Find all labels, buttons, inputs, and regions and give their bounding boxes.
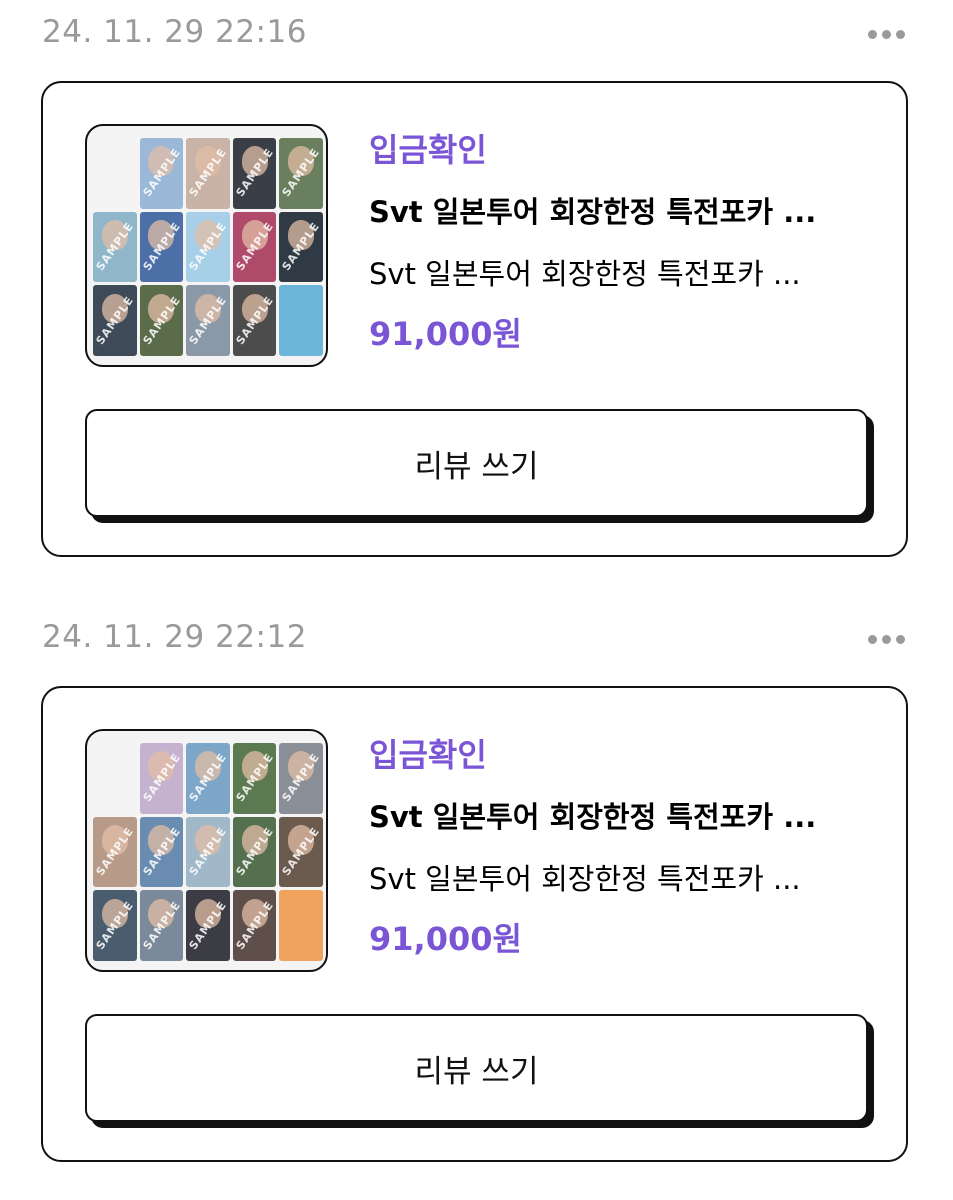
photocard: SAMPLE: [139, 890, 184, 961]
photocard: SAMPLE: [186, 743, 230, 814]
photocard: SAMPLE: [93, 890, 137, 961]
order-item: 24. 11. 29 22:12 SAMPLE SAMPLE SAMPLE SA…: [0, 605, 953, 1200]
more-options-icon[interactable]: [862, 627, 910, 651]
photocard: SAMPLE: [186, 890, 230, 961]
write-review-button[interactable]: 리뷰 쓰기: [85, 1014, 868, 1122]
product-price: 91,000원: [369, 920, 522, 958]
photocard: SAMPLE: [139, 743, 184, 814]
order-date: 24. 11. 29 22:12: [42, 619, 307, 655]
order-card[interactable]: SAMPLE SAMPLE SAMPLE SAMPLE SAMPLE SAMPL…: [41, 81, 908, 557]
order-card[interactable]: SAMPLE SAMPLE SAMPLE SAMPLE SAMPLE SAMPL…: [41, 686, 908, 1162]
photocard-grid: SAMPLE SAMPLE SAMPLE SAMPLE SAMPLE SAMPL…: [93, 138, 323, 356]
photocard: SAMPLE: [232, 138, 277, 209]
more-options-icon[interactable]: [862, 22, 910, 46]
photocard: SAMPLE: [279, 743, 323, 814]
photocard-artwork: [279, 890, 323, 961]
product-title[interactable]: Svt 일본투어 회장한정 특전포카 ...: [369, 191, 869, 233]
photocard: SAMPLE: [93, 211, 137, 283]
photocard: SAMPLE: [232, 211, 277, 283]
photocard: SAMPLE: [93, 285, 137, 356]
photocard: SAMPLE: [139, 138, 184, 209]
order-status: 입금확인: [369, 736, 487, 774]
product-thumbnail[interactable]: SAMPLE SAMPLE SAMPLE SAMPLE SAMPLE SAMPL…: [85, 729, 328, 972]
product-title[interactable]: Svt 일본투어 회장한정 특전포카 ...: [369, 796, 869, 838]
photocard: SAMPLE: [93, 816, 137, 888]
photocard: SAMPLE: [186, 285, 230, 356]
photocard: SAMPLE: [139, 816, 184, 888]
photocard: SAMPLE: [279, 816, 323, 888]
product-subtitle: Svt 일본투어 회장한정 특전포카 ...: [369, 257, 801, 291]
product-price: 91,000원: [369, 315, 522, 353]
photocard: SAMPLE: [279, 211, 323, 283]
photocard: SAMPLE: [232, 890, 277, 961]
product-thumbnail[interactable]: SAMPLE SAMPLE SAMPLE SAMPLE SAMPLE SAMPL…: [85, 124, 328, 367]
photocard: SAMPLE: [186, 138, 230, 209]
product-info: 입금확인 Svt 일본투어 회장한정 특전포카 ... Svt 일본투어 회장한…: [369, 732, 869, 962]
photocard: SAMPLE: [279, 138, 323, 209]
order-status: 입금확인: [369, 131, 487, 169]
photocard-artwork: [279, 285, 323, 356]
photocard: SAMPLE: [186, 816, 230, 888]
photocard: SAMPLE: [232, 816, 277, 888]
photocard-grid: SAMPLE SAMPLE SAMPLE SAMPLE SAMPLE SAMPL…: [93, 743, 323, 961]
photocard: SAMPLE: [186, 211, 230, 283]
order-date: 24. 11. 29 22:16: [42, 14, 307, 50]
photocard: SAMPLE: [232, 285, 277, 356]
product-subtitle: Svt 일본투어 회장한정 특전포카 ...: [369, 862, 801, 896]
photocard: SAMPLE: [139, 285, 184, 356]
photocard: SAMPLE: [139, 211, 184, 283]
product-info: 입금확인 Svt 일본투어 회장한정 특전포카 ... Svt 일본투어 회장한…: [369, 127, 869, 357]
order-item: 24. 11. 29 22:16 SAMPLE SAMPLE SAMPLE SA…: [0, 0, 953, 600]
write-review-button[interactable]: 리뷰 쓰기: [85, 409, 868, 517]
photocard: SAMPLE: [232, 743, 277, 814]
